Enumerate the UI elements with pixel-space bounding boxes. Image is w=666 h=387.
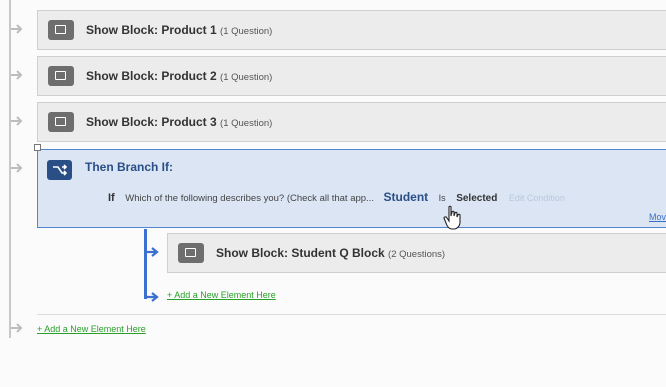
- block-title: Show Block: Student Q Block: [216, 246, 385, 260]
- divider: [37, 314, 666, 315]
- branch-arrow-icon: [146, 247, 159, 257]
- show-block-product-3[interactable]: Show Block: Product 3 (1 Question): [37, 102, 666, 142]
- survey-flow-canvas: Show Block: Product 1 (1 Question) Show …: [0, 0, 666, 387]
- branch-connector-line: [144, 229, 147, 299]
- add-element-link[interactable]: + Add a New Element Here: [37, 324, 146, 334]
- block-icon: [178, 243, 204, 263]
- block-icon: [48, 66, 74, 86]
- condition-operator[interactable]: Is: [439, 193, 446, 203]
- block-icon: [48, 20, 74, 40]
- condition-if-label: If: [108, 192, 115, 204]
- move-link[interactable]: Mov: [649, 212, 666, 222]
- branch-element[interactable]: Then Branch If: If Which of the followin…: [34, 144, 666, 228]
- flow-arrow-icon: [11, 323, 23, 333]
- condition-question[interactable]: Which of the following describes you? (C…: [125, 193, 374, 204]
- block-icon: [48, 112, 74, 132]
- branch-arrow-icon: [146, 292, 159, 302]
- branch-condition: If Which of the following describes you?…: [108, 190, 565, 204]
- show-block-student-q[interactable]: Show Block: Student Q Block (2 Questions…: [167, 233, 666, 273]
- condition-value[interactable]: Student: [383, 190, 428, 204]
- hand-cursor-icon: [443, 205, 461, 230]
- block-title: Show Block: Product 3: [86, 115, 217, 129]
- flow-arrow-icon: [11, 163, 23, 173]
- flow-arrow-icon: [11, 24, 23, 34]
- branch-icon: [47, 160, 72, 180]
- show-block-product-1[interactable]: Show Block: Product 1 (1 Question): [37, 10, 666, 50]
- question-count: (2 Questions): [388, 249, 446, 260]
- add-element-link-branch[interactable]: + Add a New Element Here: [167, 290, 276, 300]
- block-title: Show Block: Product 1: [86, 23, 217, 37]
- question-count: (1 Question): [220, 26, 273, 37]
- show-block-product-2[interactable]: Show Block: Product 2 (1 Question): [37, 56, 666, 96]
- collapse-toggle[interactable]: [34, 144, 41, 151]
- condition-state[interactable]: Selected: [456, 193, 497, 204]
- block-title: Show Block: Product 2: [86, 69, 217, 83]
- question-count: (1 Question): [220, 118, 273, 129]
- branch-title: Then Branch If:: [85, 160, 174, 174]
- flow-arrow-icon: [11, 70, 23, 80]
- flow-arrow-icon: [11, 116, 23, 126]
- question-count: (1 Question): [220, 72, 273, 83]
- edit-condition-link[interactable]: Edit Condition: [509, 193, 565, 203]
